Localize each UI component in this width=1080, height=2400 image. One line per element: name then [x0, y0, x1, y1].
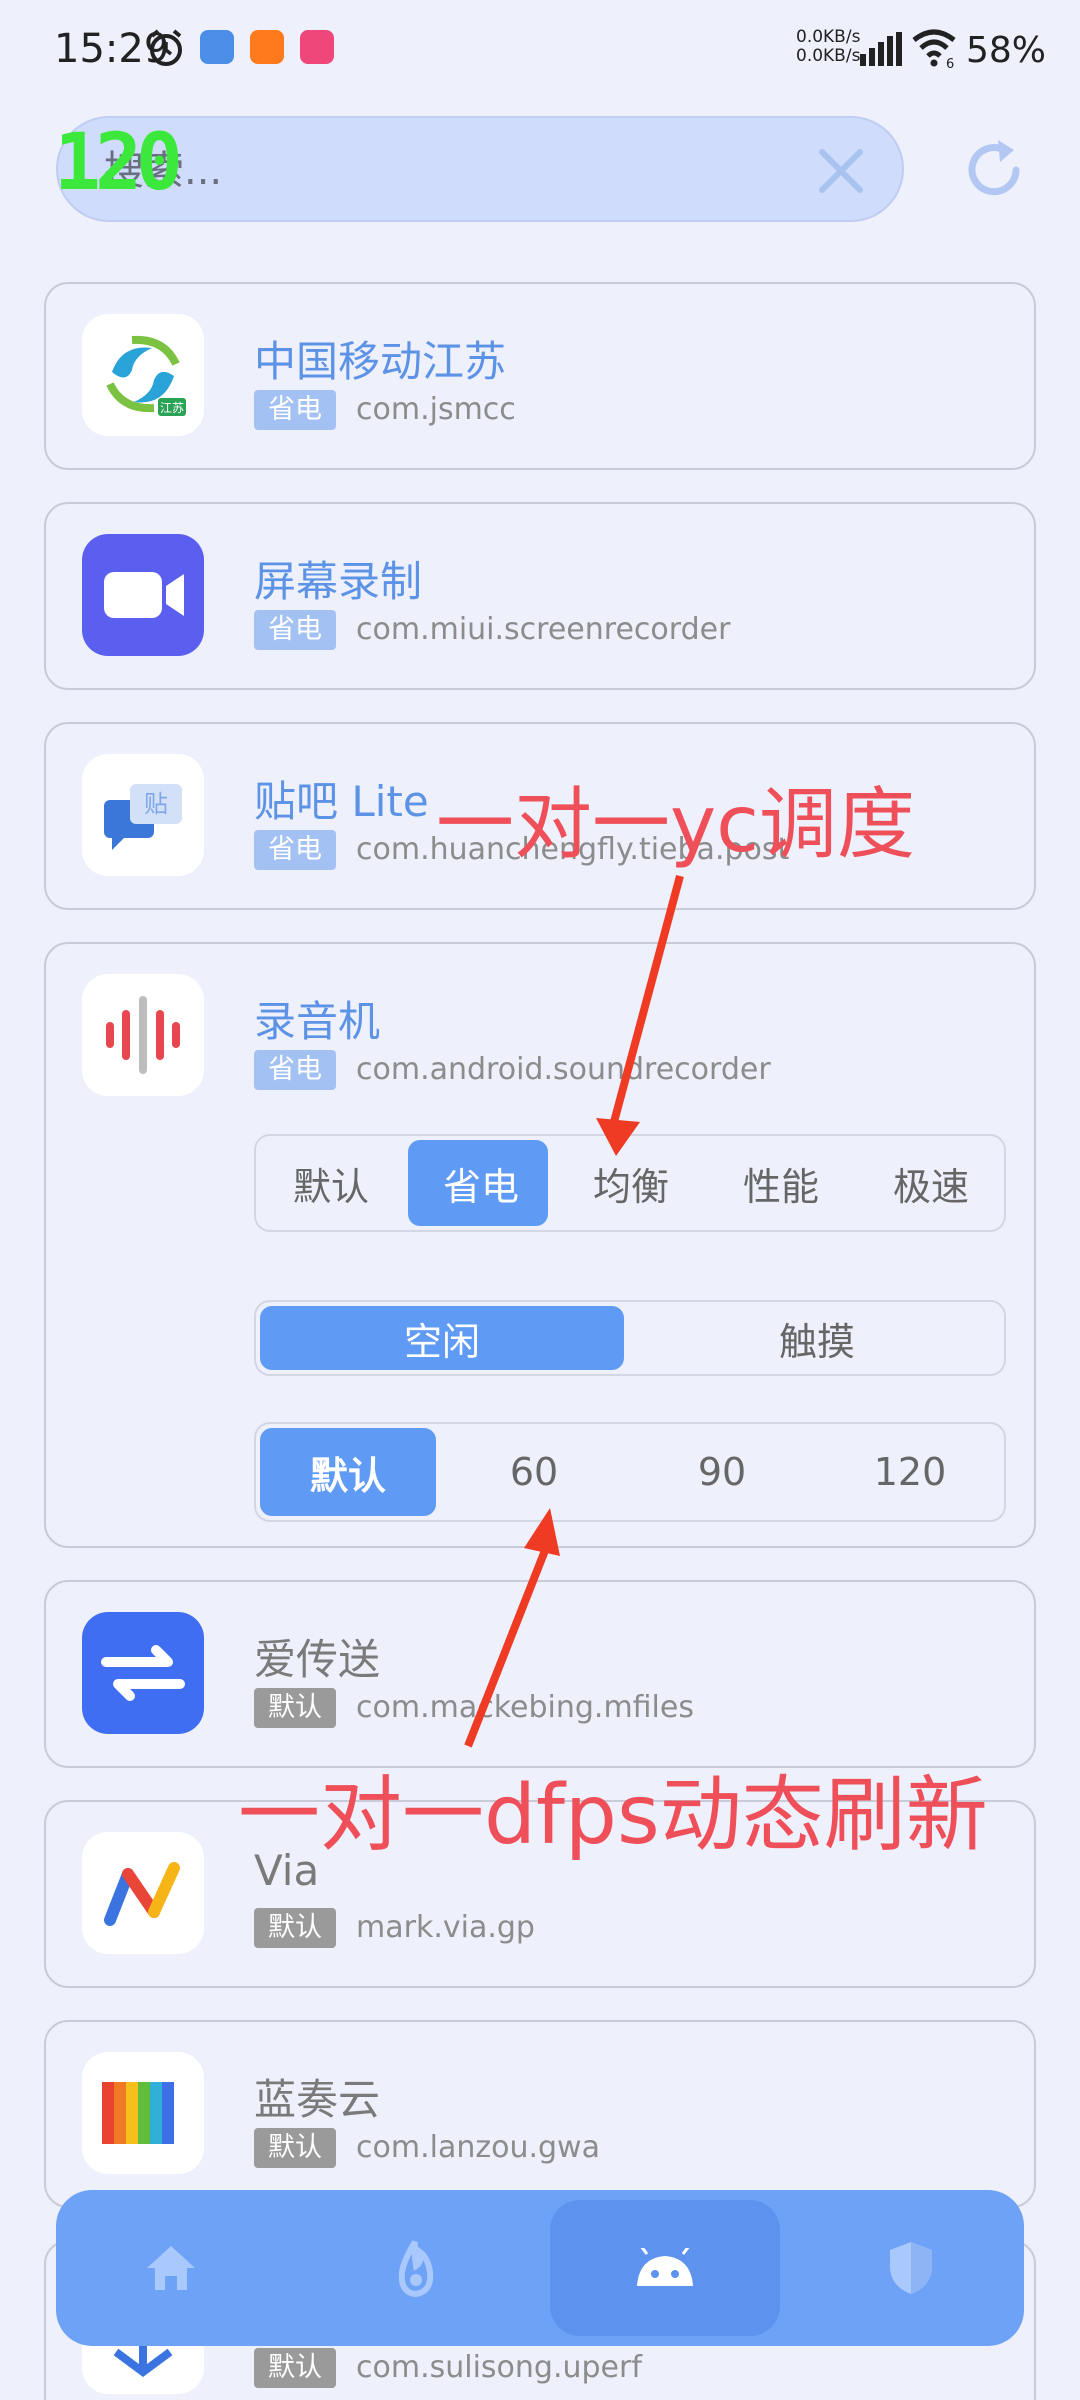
flame-icon [398, 2240, 434, 2298]
nav-tab-flame[interactable] [300, 2190, 530, 2346]
home-icon [147, 2246, 195, 2290]
shield-icon [890, 2242, 932, 2294]
nav-tab-shield[interactable] [796, 2190, 1026, 2346]
annotation-arrow-down [464, 874, 684, 1748]
nav-tab-apps[interactable] [550, 2200, 780, 2336]
android-icon [637, 2248, 693, 2286]
nav-tab-home[interactable] [56, 2190, 286, 2346]
bottom-navigation [56, 2190, 1024, 2346]
annotation-dynamic-refresh: 一对一dfps动态刷新 [238, 1768, 988, 1863]
